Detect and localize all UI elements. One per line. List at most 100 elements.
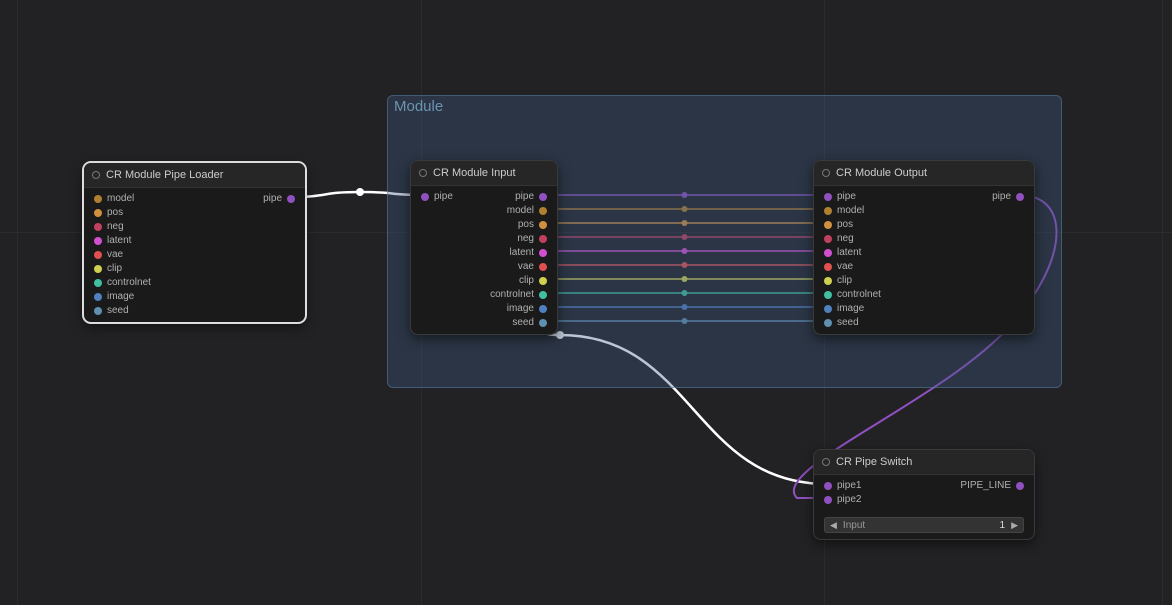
slot-label: pipe2 bbox=[837, 493, 861, 507]
input-vae[interactable]: vae bbox=[94, 248, 123, 262]
output-image[interactable]: image bbox=[507, 302, 547, 316]
slot-label: neg bbox=[517, 232, 534, 246]
port-icon[interactable] bbox=[94, 237, 102, 245]
output-pipe[interactable]: pipe bbox=[992, 190, 1024, 204]
port-icon[interactable] bbox=[94, 279, 102, 287]
input-latent[interactable]: latent bbox=[824, 246, 861, 260]
collapse-icon[interactable] bbox=[822, 458, 830, 466]
node-cr-pipe-switch[interactable]: CR Pipe Switch pipe1 PIPE_LINE pipe2 ◀ Inp… bbox=[813, 449, 1035, 540]
port-icon[interactable] bbox=[94, 251, 102, 259]
output-PIPE_LINE[interactable]: PIPE_LINE bbox=[960, 479, 1024, 493]
port-icon[interactable] bbox=[539, 193, 547, 201]
input-controlnet[interactable]: controlnet bbox=[824, 288, 881, 302]
slot-label: image bbox=[107, 290, 134, 304]
port-icon[interactable] bbox=[94, 307, 102, 315]
input-selector-widget[interactable]: ◀ Input 1 ▶ bbox=[824, 517, 1024, 533]
input-pos[interactable]: pos bbox=[94, 206, 123, 220]
input-neg[interactable]: neg bbox=[94, 220, 124, 234]
input-model[interactable]: model bbox=[94, 192, 134, 206]
output-pipe[interactable]: pipe bbox=[263, 192, 295, 206]
output-pos[interactable]: pos bbox=[518, 218, 547, 232]
node-titlebar[interactable]: CR Pipe Switch bbox=[814, 450, 1034, 475]
chevron-right-icon[interactable]: ▶ bbox=[1011, 520, 1018, 531]
port-icon[interactable] bbox=[824, 305, 832, 313]
port-icon[interactable] bbox=[94, 293, 102, 301]
slot-label: model bbox=[837, 204, 864, 218]
port-icon[interactable] bbox=[824, 277, 832, 285]
port-icon[interactable] bbox=[94, 195, 102, 203]
slot-label: pos bbox=[107, 206, 123, 220]
input-clip[interactable]: clip bbox=[824, 274, 852, 288]
port-icon[interactable] bbox=[539, 249, 547, 257]
port-icon[interactable] bbox=[824, 496, 832, 504]
port-icon[interactable] bbox=[94, 209, 102, 217]
output-neg[interactable]: neg bbox=[517, 232, 547, 246]
input-image[interactable]: image bbox=[94, 290, 134, 304]
group-title: Module bbox=[394, 98, 443, 115]
slot-label: controlnet bbox=[837, 288, 881, 302]
node-titlebar[interactable]: CR Module Output bbox=[814, 161, 1034, 186]
input-model[interactable]: model bbox=[824, 204, 864, 218]
port-icon[interactable] bbox=[94, 223, 102, 231]
port-icon[interactable] bbox=[824, 193, 832, 201]
input-seed[interactable]: seed bbox=[94, 304, 129, 318]
input-pipe1[interactable]: pipe1 bbox=[824, 479, 861, 493]
node-titlebar[interactable]: CR Module Input bbox=[411, 161, 557, 186]
node-titlebar[interactable]: CR Module Pipe Loader bbox=[84, 163, 305, 188]
input-latent[interactable]: latent bbox=[94, 234, 131, 248]
output-seed[interactable]: seed bbox=[512, 316, 547, 330]
collapse-icon[interactable] bbox=[419, 169, 427, 177]
output-latent[interactable]: latent bbox=[510, 246, 547, 260]
widget-label: Input bbox=[843, 520, 994, 531]
port-icon[interactable] bbox=[539, 263, 547, 271]
port-icon[interactable] bbox=[1016, 193, 1024, 201]
port-icon[interactable] bbox=[824, 221, 832, 229]
input-pipe[interactable]: pipe bbox=[421, 190, 453, 204]
slot-label: latent bbox=[510, 246, 534, 260]
output-controlnet[interactable]: controlnet bbox=[490, 288, 547, 302]
port-icon[interactable] bbox=[539, 319, 547, 327]
slot-label: pipe bbox=[837, 190, 856, 204]
port-icon[interactable] bbox=[824, 482, 832, 490]
output-clip[interactable]: clip bbox=[519, 274, 547, 288]
node-cr-module-pipe-loader[interactable]: CR Module Pipe Loader model pipe posneglat… bbox=[83, 162, 306, 323]
port-icon[interactable] bbox=[824, 291, 832, 299]
port-icon[interactable] bbox=[1016, 482, 1024, 490]
output-vae[interactable]: vae bbox=[518, 260, 547, 274]
port-icon[interactable] bbox=[539, 235, 547, 243]
node-cr-module-output[interactable]: CR Module Output pipepipemodelposneglate… bbox=[813, 160, 1035, 335]
port-icon[interactable] bbox=[539, 305, 547, 313]
input-vae[interactable]: vae bbox=[824, 260, 853, 274]
slot-label: latent bbox=[837, 246, 861, 260]
input-seed[interactable]: seed bbox=[824, 316, 859, 330]
port-icon[interactable] bbox=[539, 277, 547, 285]
port-icon[interactable] bbox=[539, 207, 547, 215]
collapse-icon[interactable] bbox=[92, 171, 100, 179]
input-controlnet[interactable]: controlnet bbox=[94, 276, 151, 290]
input-pipe[interactable]: pipe bbox=[824, 190, 856, 204]
slot-label: neg bbox=[837, 232, 854, 246]
port-icon[interactable] bbox=[421, 193, 429, 201]
input-clip[interactable]: clip bbox=[94, 262, 122, 276]
port-icon[interactable] bbox=[824, 249, 832, 257]
port-icon[interactable] bbox=[539, 221, 547, 229]
port-icon[interactable] bbox=[824, 235, 832, 243]
collapse-icon[interactable] bbox=[822, 169, 830, 177]
port-icon[interactable] bbox=[824, 319, 832, 327]
node-cr-module-input[interactable]: CR Module Input pipepipemodelposneglaten… bbox=[410, 160, 558, 335]
slot-label: latent bbox=[107, 234, 131, 248]
input-pos[interactable]: pos bbox=[824, 218, 853, 232]
port-icon[interactable] bbox=[824, 207, 832, 215]
input-image[interactable]: image bbox=[824, 302, 864, 316]
port-icon[interactable] bbox=[539, 291, 547, 299]
port-icon[interactable] bbox=[287, 195, 295, 203]
output-model[interactable]: model bbox=[507, 204, 547, 218]
input-pipe2[interactable]: pipe2 bbox=[824, 493, 861, 507]
input-neg[interactable]: neg bbox=[824, 232, 854, 246]
port-icon[interactable] bbox=[94, 265, 102, 273]
node-title: CR Module Pipe Loader bbox=[106, 169, 223, 181]
port-icon[interactable] bbox=[824, 263, 832, 271]
slot-label: clip bbox=[107, 262, 122, 276]
output-pipe[interactable]: pipe bbox=[515, 190, 547, 204]
chevron-left-icon[interactable]: ◀ bbox=[830, 520, 837, 531]
